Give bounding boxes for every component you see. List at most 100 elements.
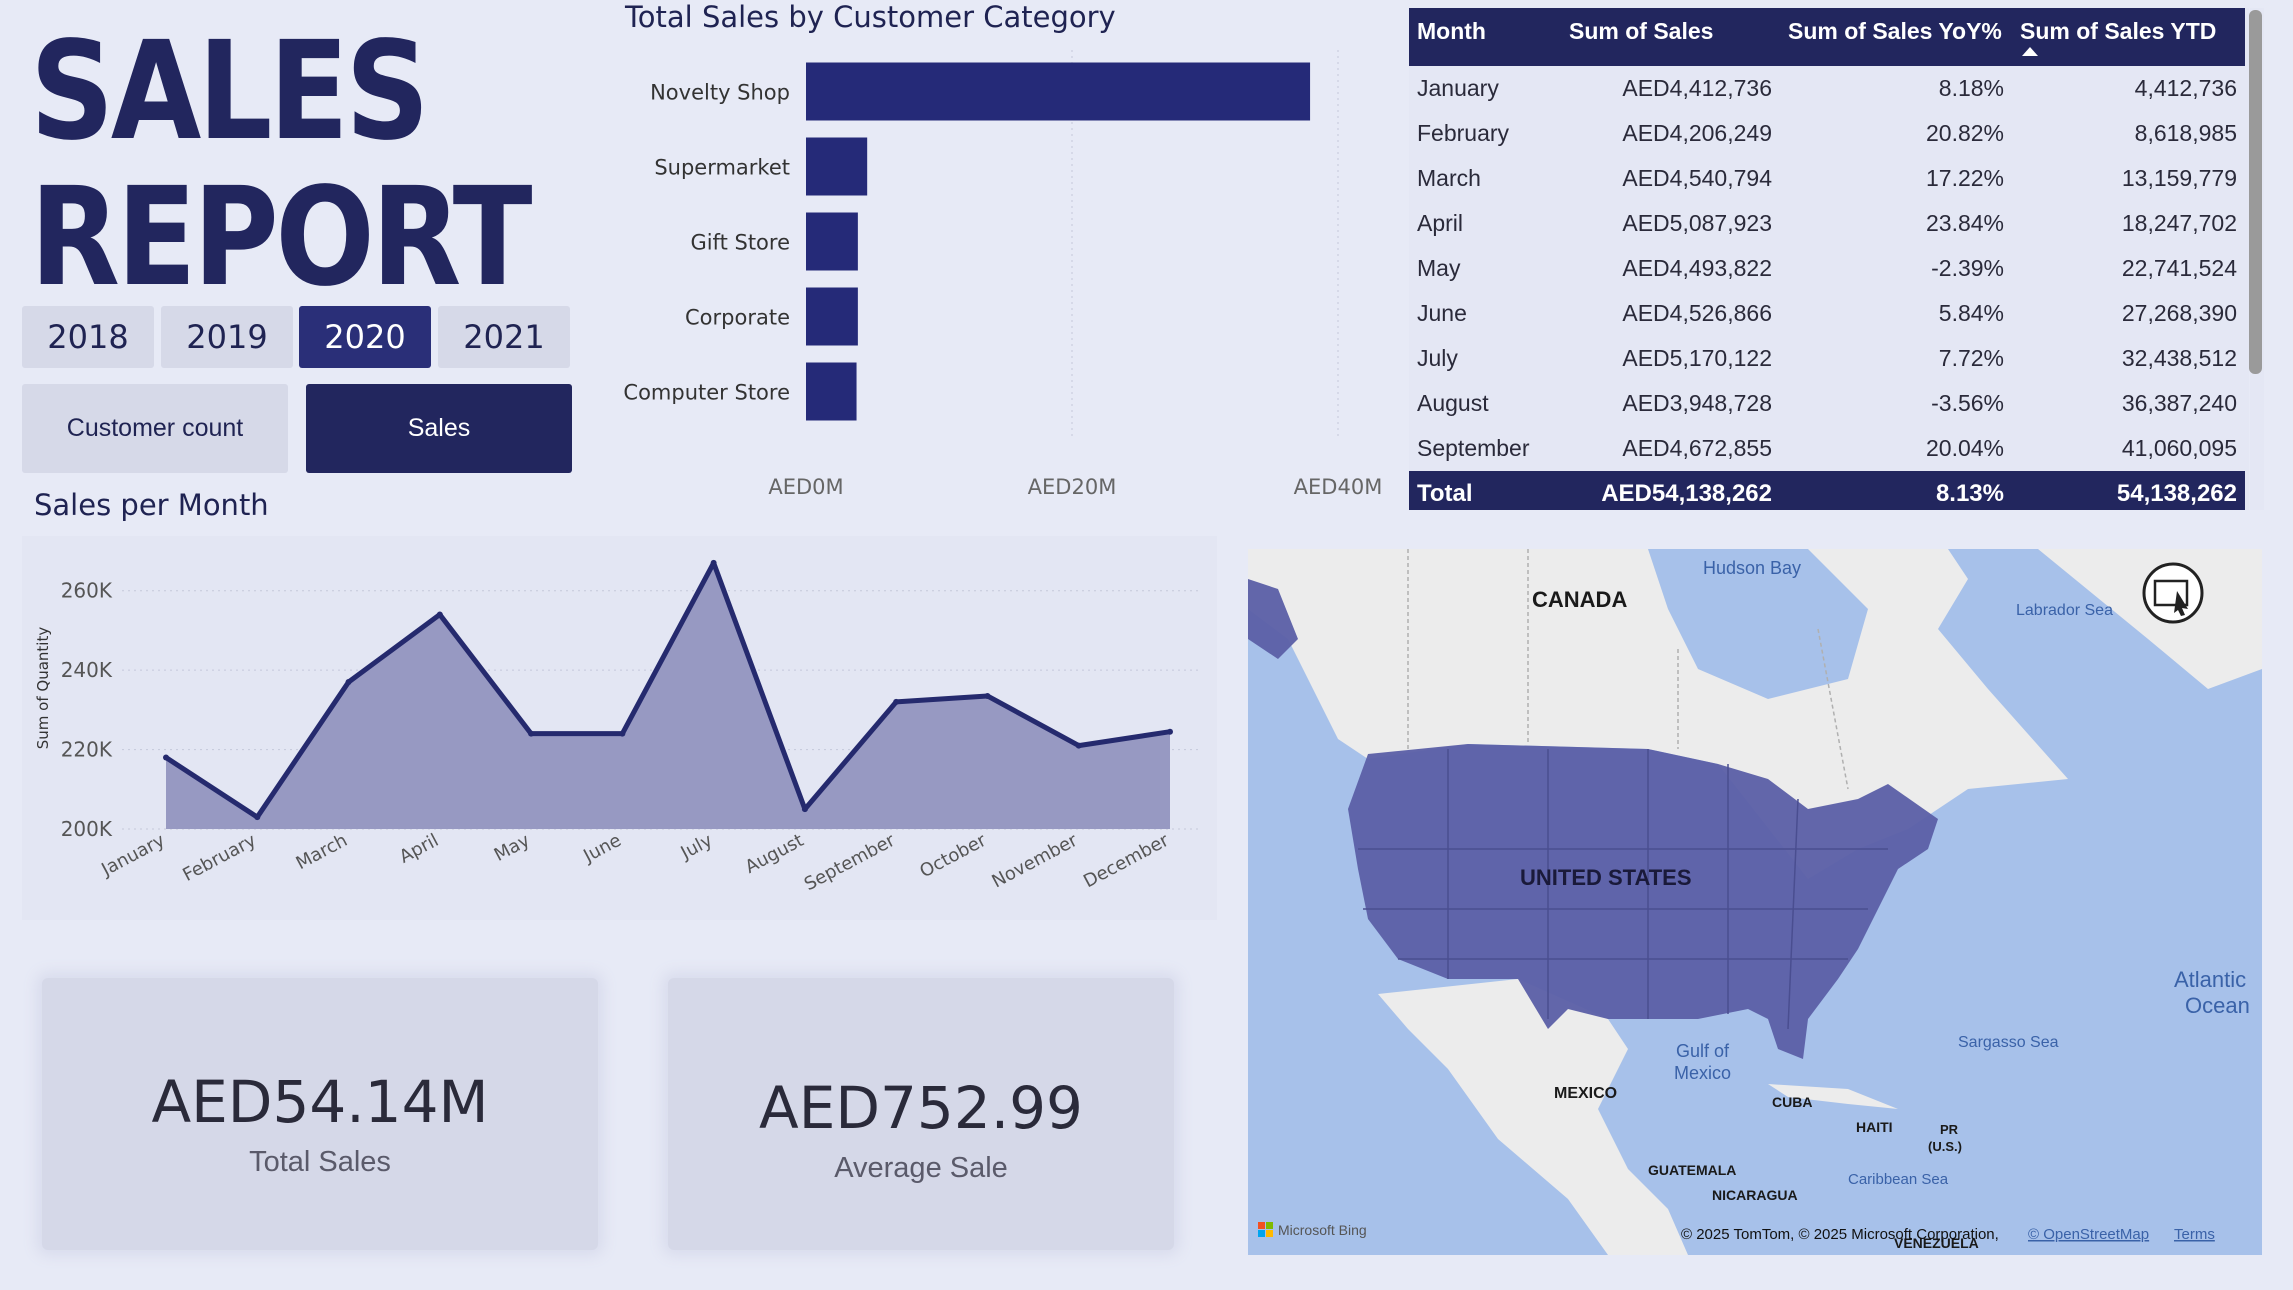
year-button-2020[interactable]: 2020 [299,306,431,368]
column-header-yoy[interactable]: Sum of Sales YoY% [1780,8,2012,66]
label-nicaragua: NICARAGUA [1712,1187,1798,1203]
table-row[interactable]: April AED5,087,923 23.84% 18,247,702 [1409,201,2245,246]
cell-sales: AED4,412,736 [1622,75,1772,101]
cell-yoy: -2.39% [1931,255,2004,281]
area-point[interactable] [345,679,352,686]
bar[interactable] [806,362,857,421]
area-point[interactable] [619,730,626,737]
area-point[interactable] [710,559,717,566]
label-caribbean: Caribbean Sea [1848,1171,1949,1188]
cell-sales: AED3,948,728 [1622,390,1772,416]
mexico-land [1378,979,1688,1255]
label-pr-2: (U.S.) [1928,1139,1962,1154]
monthly-sales-table[interactable]: Month Sum of Sales Sum of Sales YoY% Sum… [1409,8,2249,510]
year-button-2019[interactable]: 2019 [161,306,293,368]
total-cell-sales: AED54,138,262 [1561,471,1780,510]
total-sales-card: AED54.14M Total Sales [42,978,598,1250]
map-attribution: © 2025 TomTom, © 2025 Microsoft Corporat… [1681,1226,1999,1243]
bar-chart-title: Total Sales by Customer Category [625,0,1116,34]
lasso-select-icon[interactable] [2142,562,2204,624]
cell-month: July [1417,345,1458,371]
label-gulf-2: Mexico [1674,1063,1731,1083]
bar[interactable] [806,287,858,346]
total-sales-label: Total Sales [249,1146,391,1178]
area-point[interactable] [163,754,169,761]
bar-category-label: Corporate [685,306,790,330]
average-sale-label: Average Sale [834,1152,1008,1184]
area-point[interactable] [436,611,443,618]
table-row[interactable]: May AED4,493,822 -2.39% 22,741,524 [1409,246,2245,291]
area-y-tick-label: 220K [61,738,113,762]
table-row[interactable]: February AED4,206,249 20.82% 8,618,985 [1409,111,2245,156]
bar-category-label: Supermarket [654,156,790,180]
cell-month: January [1417,75,1499,101]
area-y-axis-label: Sum of Quantity [34,627,52,750]
cell-yoy: 5.84% [1938,300,2004,326]
cell-yoy: 23.84% [1925,210,2004,236]
cell-ytd: 27,268,390 [2121,300,2237,326]
line-chart-title: Sales per Month [34,488,269,522]
microsoft-bing-logo: Microsoft Bing [1258,1222,1367,1238]
cell-month: February [1417,120,1510,146]
report-title-line2: REPORT [30,159,532,317]
area-point[interactable] [893,698,900,705]
cell-sales: AED5,170,122 [1622,345,1772,371]
average-sale-card: AED752.99 Average Sale [668,978,1174,1250]
year-button-2018[interactable]: 2018 [22,306,154,368]
area-y-tick-label: 260K [61,579,113,603]
sales-map[interactable]: CANADA UNITED STATES MEXICO Hudson Bay L… [1248,549,2262,1255]
customer-count-button[interactable]: Customer count [22,384,288,473]
area-point[interactable] [984,692,991,699]
cell-sales: AED4,672,855 [1622,435,1772,461]
table-row[interactable]: January AED4,412,736 8.18% 4,412,736 [1409,66,2245,111]
cell-yoy: 20.04% [1925,435,2004,461]
table-row[interactable]: June AED4,526,866 5.84% 27,268,390 [1409,291,2245,336]
cell-ytd: 41,060,095 [2121,435,2237,461]
terms-link[interactable]: Terms [2174,1226,2215,1243]
customer-category-bar-chart: AED0M AED20M AED40M Novelty Shop Supermarket… [623,50,1383,499]
column-header-sum-of-sales[interactable]: Sum of Sales [1561,8,1780,66]
table-row[interactable]: March AED4,540,794 17.22% 13,159,779 [1409,156,2245,201]
average-sale-value: AED752.99 [759,1074,1083,1142]
bar-x-tick-label: AED40M [1294,475,1383,499]
cell-sales: AED4,526,866 [1622,300,1772,326]
cell-ytd: 36,387,240 [2121,390,2237,416]
area-point[interactable] [528,730,535,737]
greenland-land [2038,549,2262,689]
cell-sales: AED5,087,923 [1622,210,1772,236]
area-point[interactable] [801,806,808,813]
bar[interactable] [806,137,868,196]
cell-sales: AED4,493,822 [1622,255,1772,281]
area-point[interactable] [1167,728,1173,735]
cell-ytd: 18,247,702 [2121,210,2237,236]
table-row[interactable]: July AED5,170,122 7.72% 32,438,512 [1409,336,2245,381]
label-haiti: HAITI [1856,1119,1893,1135]
table-row[interactable]: September AED4,672,855 20.04% 41,060,095 [1409,426,2245,471]
column-header-ytd[interactable]: Sum of Sales YTD [2012,8,2245,66]
area-y-tick-label: 240K [61,658,113,682]
sales-button[interactable]: Sales [306,384,572,473]
table-row[interactable]: August AED3,948,728 -3.56% 36,387,240 [1409,381,2245,426]
label-guatemala: GUATEMALA [1648,1162,1736,1178]
column-header-month[interactable]: Month [1409,8,1561,66]
table-total-row: Total AED54,138,262 8.13% 54,138,262 [1409,471,2245,510]
area-point[interactable] [1075,742,1082,749]
area-point[interactable] [254,814,261,821]
openstreetmap-link[interactable]: © OpenStreetMap [2028,1226,2149,1243]
bar-x-tick-label: AED20M [1028,475,1117,499]
bar[interactable] [806,62,1311,121]
bar[interactable] [806,212,858,271]
cell-yoy: 20.82% [1925,120,2004,146]
cell-month: May [1417,255,1461,281]
label-gulf-1: Gulf of [1676,1041,1730,1061]
label-united-states: UNITED STATES [1520,865,1692,890]
cell-ytd: 32,438,512 [2121,345,2237,371]
total-cell-yoy: 8.13% [1780,471,2012,510]
cell-yoy: 7.72% [1938,345,2004,371]
bing-logo-text: Microsoft Bing [1278,1222,1367,1238]
year-button-2021[interactable]: 2021 [438,306,570,368]
sort-ascending-icon [2022,47,2038,56]
total-cell-ytd: 54,138,262 [2012,471,2245,510]
table-scrollbar-thumb[interactable] [2249,10,2262,374]
label-mexico: MEXICO [1554,1085,1617,1102]
